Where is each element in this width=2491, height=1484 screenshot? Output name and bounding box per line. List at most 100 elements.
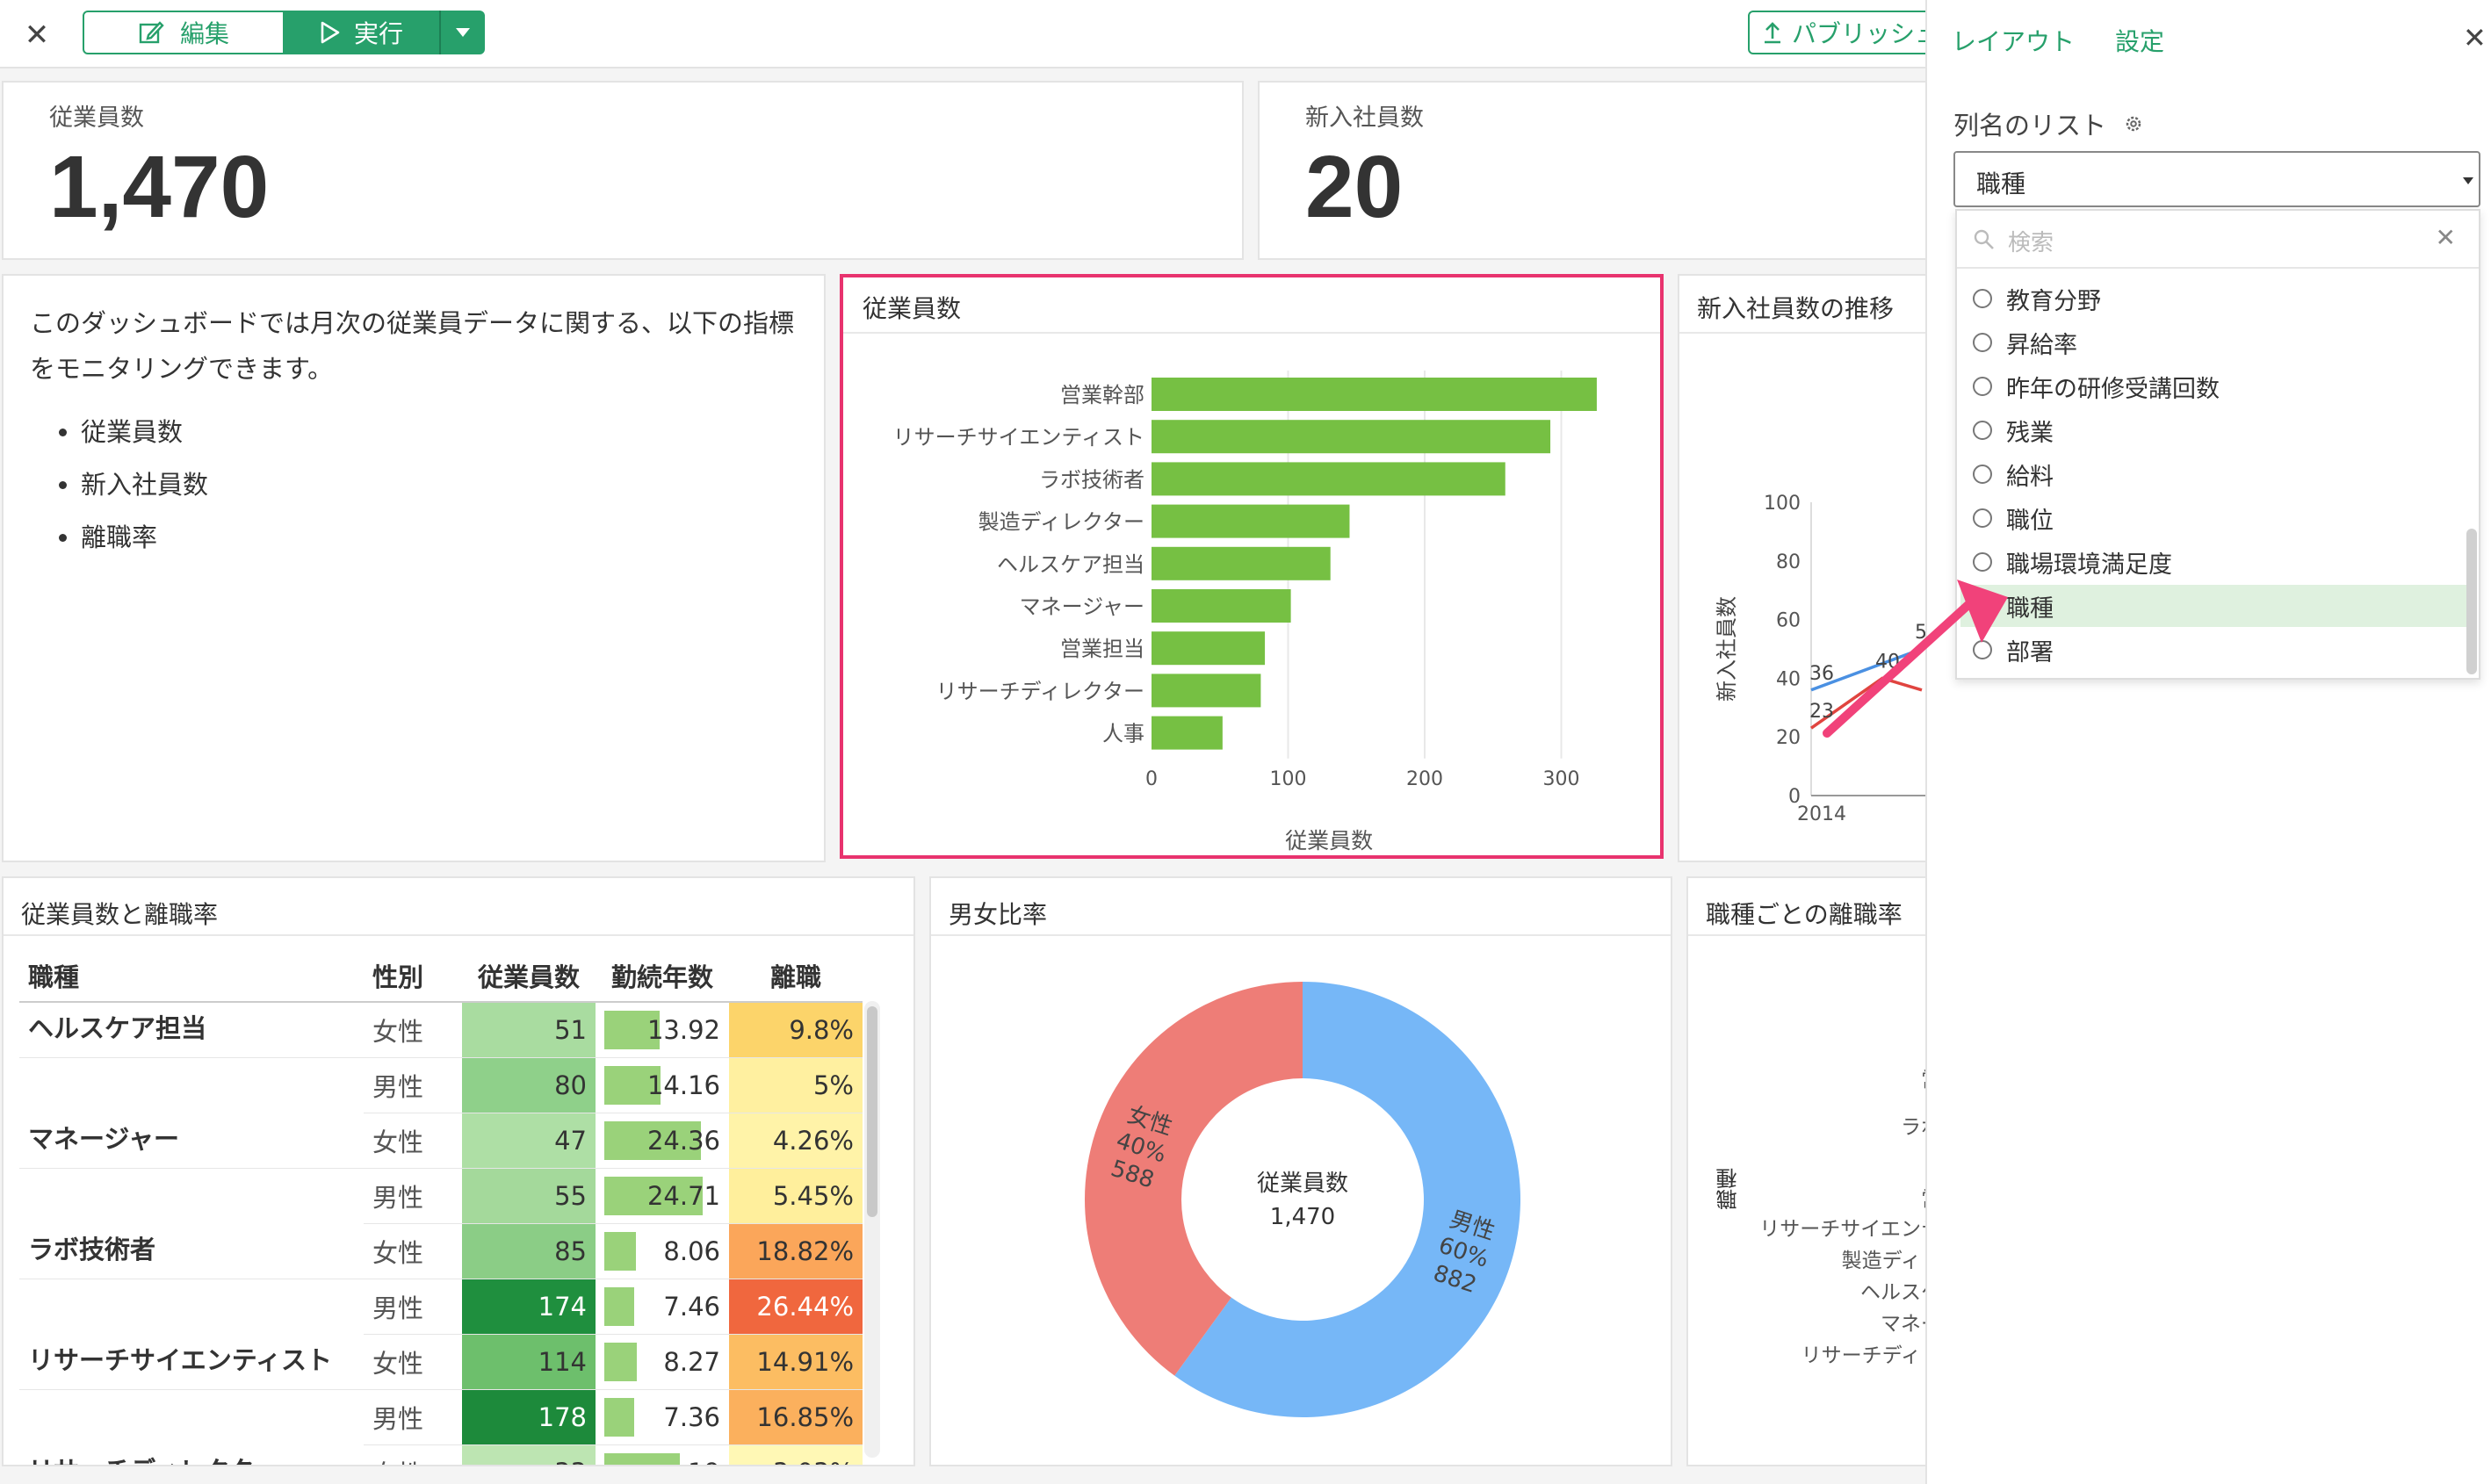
gender-cell: 男性 [364,1057,462,1113]
column-header[interactable]: 勤続年数 [596,950,729,1003]
rate-cell: 3.03% [729,1444,863,1465]
column-select[interactable]: 職種 [1953,151,2480,207]
radio-icon[interactable] [1973,508,1992,528]
role-cell: ラボ技術者 [19,1223,364,1279]
tenure-bar-cell: 19 [596,1448,729,1465]
bar[interactable] [1152,589,1291,623]
rate-cell: 14.91% [729,1334,863,1390]
option-item[interactable]: 昇給率 [1960,321,2475,364]
table-row[interactable]: 男性 178 7.36 16.85% [19,1389,863,1445]
panel-title: 新入社員数の推移 [1697,294,1895,323]
role-cell [19,1390,364,1445]
x-tick-label: 200 [1406,768,1443,790]
dropdown-search[interactable]: 検索 ✕ [1957,211,2479,269]
table-row[interactable]: リサーチディレクター 女性 33 19 3.03% [19,1444,863,1465]
gender-cell: 男性 [364,1168,462,1224]
tenure-value: 24.36 [646,1126,720,1156]
y-tick-label: 100 [1764,493,1801,515]
run-dropdown-button[interactable] [439,11,485,54]
upload-icon [1765,22,1780,44]
option-item[interactable]: 給料 [1960,453,2475,495]
gender-cell: 男性 [364,1279,462,1335]
option-item[interactable]: 残業 [1960,409,2475,451]
section-label-text: 列名のリスト [1953,111,2107,140]
radio-icon[interactable] [1973,465,1992,484]
category-label: リサーチディレクター [936,679,1144,703]
tab-layout[interactable]: レイアウト [1952,23,2075,58]
gear-icon[interactable] [2124,114,2143,133]
role-cell [19,1169,364,1224]
option-item[interactable]: 昨年の研修受講回数 [1960,365,2475,407]
gender-cell: 女性 [364,1002,462,1058]
bar[interactable] [1152,674,1261,708]
table-row[interactable]: リサーチサイエンティスト 女性 114 8.27 14.91% [19,1334,863,1390]
bar[interactable] [1152,504,1350,538]
radio-icon[interactable] [1973,377,1992,396]
count-cell: 51 [462,1002,596,1058]
edit-button[interactable]: 編集 [83,11,285,54]
tenure-value: 7.36 [663,1402,720,1432]
toolbar: ✕ 編集 実行 パブリッシュ [0,0,1950,68]
run-label: 実行 [353,19,403,48]
run-button[interactable]: 実行 [283,11,439,54]
option-item[interactable]: 職位 [1960,497,2475,539]
kpi-value: 20 [1305,138,1404,236]
gender-cell: 男性 [364,1389,462,1445]
category-label: ヘルスケア担当 [997,552,1144,577]
column-header[interactable]: 離職 [729,950,863,1003]
bar[interactable] [1152,462,1505,496]
table-row[interactable]: 男性 55 24.71 5.45% [19,1168,863,1224]
close-button[interactable]: ✕ [19,18,54,53]
dropdown-scrollbar[interactable] [2466,529,2477,674]
radio-icon[interactable] [1973,289,1992,308]
table-row[interactable]: 男性 174 7.46 26.44% [19,1279,863,1335]
description-bullet: 新入社員数 [81,458,208,511]
search-input[interactable]: 検索 [2008,225,2054,257]
kpi-value: 1,470 [49,138,270,236]
y-tick-label: 40 [1776,668,1801,690]
scrollbar-thumb[interactable] [867,1006,877,1217]
bar[interactable] [1152,631,1266,666]
clear-search-icon[interactable]: ✕ [2436,223,2456,252]
bar[interactable] [1152,420,1551,454]
count-cell: 114 [462,1334,596,1390]
option-item[interactable]: 教育分野 [1960,277,2475,320]
publish-button[interactable]: パブリッシュ [1748,11,1950,54]
tenure-bar [604,1287,634,1326]
category-label: 営業幹部 [1060,383,1144,407]
count-cell: 55 [462,1168,596,1224]
table-scrollbar[interactable] [864,1001,880,1458]
tenure-bar-cell: 14.16 [596,1061,729,1110]
table-row[interactable]: マネージャー 女性 47 24.36 4.26% [19,1113,863,1169]
table-row[interactable]: ヘルスケア担当 女性 51 13.92 9.8% [19,1002,863,1058]
bar[interactable] [1152,716,1223,750]
bar[interactable] [1152,546,1331,580]
role-cell: リサーチサイエンティスト [19,1334,364,1390]
panel-close-button[interactable]: ✕ [2463,21,2487,54]
count-cell: 47 [462,1113,596,1169]
table-row[interactable]: ラボ技術者 女性 85 8.06 18.82% [19,1223,863,1279]
tenure-bar [604,1398,634,1437]
tab-settings[interactable]: 設定 [2115,23,2164,58]
radio-icon[interactable] [1973,421,1992,440]
table-row[interactable]: 男性 80 14.16 5% [19,1057,863,1113]
category-label: 人事 [1102,722,1144,746]
tenure-bar-cell: 8.27 [596,1337,729,1387]
column-header[interactable]: 職種 [19,950,364,1003]
column-header[interactable]: 従業員数 [462,950,596,1003]
radio-icon[interactable] [1973,333,1992,352]
role-cell [19,1058,364,1113]
kpi-card-new-hires: 新入社員数 20 [1258,81,1934,260]
y-tick-label: 80 [1776,551,1801,573]
edit-icon [139,21,164,44]
count-cell: 174 [462,1279,596,1335]
column-header[interactable]: 性別 [364,950,462,1003]
rate-cell: 4.26% [729,1113,863,1169]
panel-title: 従業員数 [863,294,962,323]
x-tick-label: 100 [1270,768,1307,790]
bar[interactable] [1152,378,1597,411]
employee-bar-chart-panel[interactable]: 従業員数 営業幹部 リサーチサイエンティスト ラボ技術者 製造ディレクター ヘルスケア担… [840,274,1664,859]
option-label: 昨年の研修受講回数 [2006,375,2220,403]
rate-cell: 16.85% [729,1389,863,1445]
tenure-cell: 8.06 [596,1223,729,1279]
